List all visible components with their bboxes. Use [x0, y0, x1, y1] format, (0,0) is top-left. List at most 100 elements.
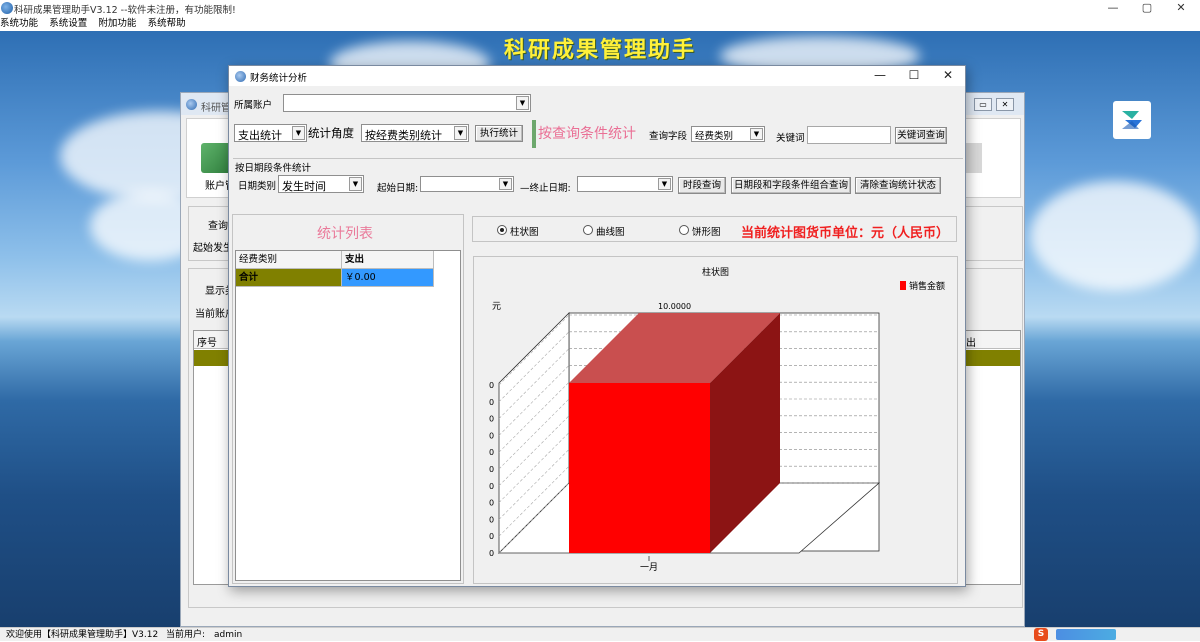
start-date-label: 起始日期:	[377, 183, 419, 194]
date-group-label: 按日期段条件统计	[235, 160, 315, 174]
dialog-title: 财务统计分析	[250, 73, 308, 84]
run-stat-button[interactable]: 执行统计	[475, 125, 523, 142]
chevron-down-icon[interactable]: ▼	[516, 96, 529, 110]
combo-query-button[interactable]: 日期段和字段条件组合查询	[731, 177, 851, 194]
chevron-down-icon[interactable]: ▼	[349, 177, 362, 191]
date-type-value: 发生时间	[282, 180, 326, 193]
query-field-select[interactable]: 经费类别 ▼	[691, 126, 765, 142]
query-hint-text: 按查询条件统计	[538, 126, 636, 142]
query-field-label: 查询字段	[649, 131, 688, 142]
side-logo[interactable]	[1113, 101, 1151, 139]
ime-icon[interactable]: S	[1034, 628, 1048, 641]
app-window-title: 科研成果管理助手V3.12 --软件未注册，有功能限制!	[14, 5, 236, 16]
x-tick-label: 一月	[640, 562, 658, 573]
stat-type-value: 支出统计	[238, 129, 282, 142]
radio-line-chart-label[interactable]: 曲线图	[596, 224, 625, 238]
y-tick-label: 0	[489, 549, 494, 558]
bg-col-expense: 出	[966, 338, 976, 349]
chevron-down-icon[interactable]: ▼	[454, 126, 467, 140]
finance-stats-dialog: 财务统计分析 — ☐ ✕ 所属账户 ▼ 支出统计 ▼ 统计角度 按经费类别统计 …	[228, 65, 966, 587]
bar-data-label: 10.0000	[658, 302, 691, 311]
chevron-down-icon[interactable]: ▼	[292, 126, 305, 140]
app-icon	[1, 2, 13, 14]
stat-list-panel: 统计列表 经费类别 支出 合计 ￥0.00	[232, 214, 464, 584]
radio-line-chart[interactable]	[583, 225, 593, 235]
banner-title: 科研成果管理助手	[503, 37, 696, 63]
stat-by-select[interactable]: 按经费类别统计 ▼	[361, 124, 469, 142]
cloud	[1030, 181, 1200, 291]
account-select[interactable]: ▼	[283, 94, 531, 112]
currency-note: 当前统计图货币单位：元（人民币）	[741, 226, 950, 241]
menu-system-functions[interactable]: 系统功能	[0, 17, 38, 30]
stat-cell-total-label[interactable]: 合计	[236, 269, 342, 287]
y-tick-label: 0	[489, 448, 494, 457]
y-tick-label: 0	[489, 515, 494, 524]
period-query-button[interactable]: 时段查询	[678, 177, 726, 194]
menu-bar: 系统功能 系统设置 附加功能 系统帮助	[0, 17, 1200, 31]
end-date-picker[interactable]: ▼	[577, 176, 673, 192]
query-field-value: 经费类别	[695, 131, 734, 142]
legend-swatch	[900, 281, 906, 290]
dialog-titlebar: 财务统计分析 — ☐ ✕	[229, 66, 965, 86]
radio-pie-chart-label[interactable]: 饼形图	[692, 224, 721, 238]
status-welcome: 欢迎使用【科研成果管理助手】V3.12	[6, 630, 159, 640]
legend-label: 销售金额	[909, 280, 945, 292]
menu-additional-functions[interactable]: 附加功能	[98, 17, 136, 30]
y-tick-label: 0	[489, 415, 494, 424]
y-tick-label: 0	[489, 465, 494, 474]
keyword-input[interactable]	[807, 126, 891, 144]
y-tick-label: 0	[489, 532, 494, 541]
keyword-query-button[interactable]: 关键词查询	[895, 127, 947, 144]
menu-system-settings[interactable]: 系统设置	[49, 17, 87, 30]
keyword-label: 关键词	[776, 133, 805, 144]
date-type-label: 日期类别	[238, 181, 277, 192]
stat-table[interactable]: 经费类别 支出 合计 ￥0.00	[235, 250, 461, 581]
status-user: admin	[214, 630, 243, 640]
dialog-icon	[235, 71, 246, 82]
y-tick-label: 0	[489, 398, 494, 407]
y-tick-label: 0	[489, 499, 494, 508]
bar-front	[569, 383, 710, 553]
app-titlebar: 科研成果管理助手V3.12 --软件未注册，有功能限制! — ▢ ✕	[0, 0, 1200, 17]
chevron-down-icon[interactable]: ▼	[750, 128, 763, 140]
maximize-button[interactable]: ▢	[1130, 0, 1164, 17]
stat-col-expense: 支出	[342, 251, 434, 269]
account-label: 所属账户	[234, 100, 273, 111]
dialog-maximize-button[interactable]: ☐	[897, 68, 931, 84]
bg-close-button[interactable]: ✕	[996, 98, 1014, 111]
stat-list-title: 统计列表	[317, 226, 373, 242]
app-icon	[186, 99, 197, 110]
menu-system-help[interactable]: 系统帮助	[148, 17, 186, 30]
y-tick-label: 0	[489, 482, 494, 491]
close-button[interactable]: ✕	[1164, 0, 1198, 17]
date-group-divider	[233, 158, 963, 159]
bg-restore-button[interactable]: ▭	[974, 98, 992, 111]
stat-cell-total-value[interactable]: ￥0.00	[342, 269, 434, 287]
start-date-picker[interactable]: ▼	[420, 176, 514, 192]
status-user-label: 当前用户:	[166, 630, 206, 640]
clear-query-button[interactable]: 清除查询统计状态	[855, 177, 941, 194]
stat-angle-label: 统计角度	[308, 126, 354, 140]
radio-bar-chart[interactable]	[497, 225, 507, 235]
stat-col-category: 经费类别	[236, 251, 342, 269]
date-type-select[interactable]: 发生时间 ▼	[278, 175, 364, 193]
chart-options-bar: 柱状图 曲线图 饼形图 当前统计图货币单位：元（人民币）	[472, 216, 957, 242]
dialog-minimize-button[interactable]: —	[863, 68, 897, 84]
radio-bar-chart-label[interactable]: 柱状图	[510, 224, 539, 238]
minimize-button[interactable]: —	[1096, 0, 1130, 17]
bar-chart: 0 0 0 0 0 0 0 0 0 0 0 元 柱状图销售金额 10.0000 一月	[489, 266, 945, 573]
stat-type-select[interactable]: 支出统计 ▼	[234, 124, 307, 142]
chevron-down-icon[interactable]: ▼	[658, 178, 671, 190]
dialog-close-button[interactable]: ✕	[931, 68, 965, 84]
tray-icons[interactable]	[1056, 629, 1116, 640]
bg-col-index: 序号	[197, 338, 217, 349]
bg-window-title: 科研管	[201, 103, 231, 114]
y-tick-label: 0	[489, 381, 494, 390]
stat-by-value: 按经费类别统计	[365, 129, 442, 142]
chevron-down-icon[interactable]: ▼	[499, 178, 512, 190]
chart-panel: 0 0 0 0 0 0 0 0 0 0 0 元 柱状图 销售金额 10.0000 一月	[473, 256, 958, 584]
radio-pie-chart[interactable]	[679, 225, 689, 235]
bg-query-label: 查询	[208, 221, 228, 232]
end-date-label: —终止日期:	[520, 183, 571, 194]
y-tick-label: 0	[489, 431, 494, 440]
